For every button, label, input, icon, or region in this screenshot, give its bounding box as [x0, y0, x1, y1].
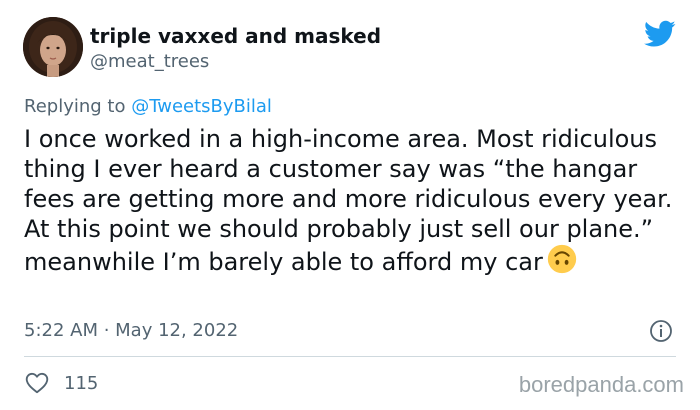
- display-name[interactable]: triple vaxxed and masked: [90, 24, 381, 48]
- portrait-avatar-icon: [23, 17, 83, 77]
- twitter-bird-icon[interactable]: [644, 20, 676, 48]
- upside-down-face-emoji-icon: [547, 244, 577, 274]
- tweet-text: I once worked in a high-income area. Mos…: [24, 125, 681, 276]
- like-count: 115: [64, 372, 99, 394]
- mention-link[interactable]: @TweetsByBilal: [131, 96, 272, 117]
- watermark: boredpanda.com: [518, 372, 684, 397]
- tweet-body: I once worked in a high-income area. Mos…: [24, 124, 684, 277]
- avatar[interactable]: [23, 17, 83, 77]
- tweet-timestamp[interactable]: 5:22 AM · May 12, 2022: [24, 320, 238, 342]
- heart-icon: [25, 372, 49, 394]
- replying-to: Replying to @TweetsByBilal: [24, 96, 272, 118]
- info-icon[interactable]: [649, 319, 673, 343]
- user-handle[interactable]: @meat_trees: [90, 51, 209, 73]
- like-button[interactable]: 115: [24, 370, 98, 396]
- replying-to-label: Replying to: [24, 96, 132, 117]
- divider: [24, 356, 676, 357]
